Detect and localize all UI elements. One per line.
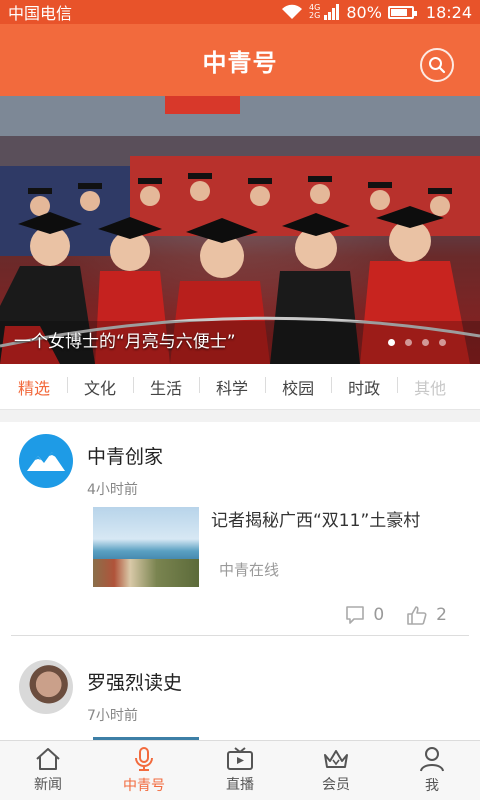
search-button[interactable]	[420, 48, 454, 82]
feed-list: 中青创家 4小时前 记者揭秘广西“双11”土豪村 中青在线 0 2 罗强烈读史 …	[0, 410, 480, 740]
thumbs-up-icon	[407, 606, 427, 625]
battery-fill	[390, 8, 407, 16]
nav-item-label: 直播	[226, 777, 254, 793]
nav-item-tv[interactable]: 直播	[192, 741, 288, 800]
network-type: 4G 2G	[309, 4, 320, 20]
battery-icon	[387, 5, 417, 19]
article-actions: 0 2	[11, 587, 469, 635]
banner-caption: 一个女博士的“月亮与六便士”	[14, 332, 236, 352]
page-title: 中青号	[202, 48, 278, 77]
category-tabs: 精选 文化 生活 科学 校园 时政 其他	[0, 364, 480, 410]
nav-item-label: 我	[425, 778, 439, 794]
nav-item-home[interactable]: 新闻	[0, 741, 96, 800]
carousel-dot[interactable]	[439, 339, 446, 346]
comment-icon	[346, 606, 365, 624]
author-avatar[interactable]	[19, 660, 73, 714]
signal-icon	[324, 4, 340, 20]
carousel-dot[interactable]	[388, 339, 395, 346]
category-tab[interactable]: 其他	[397, 375, 463, 399]
nav-item-label: 中青号	[123, 778, 165, 794]
clock: 18:24	[425, 2, 472, 22]
nav-item-user[interactable]: 我	[384, 741, 480, 800]
status-icons: 4G 2G 80% 18:24	[281, 3, 472, 22]
thumbnail-shore	[93, 559, 199, 587]
post-time: 7小时前	[87, 708, 138, 724]
category-tab[interactable]: 文化	[67, 375, 133, 399]
article-source: 中青在线	[219, 561, 280, 579]
article-headline: 记者揭秘广西“双11”土豪村	[211, 511, 421, 531]
carousel-dot[interactable]	[422, 339, 429, 346]
feed-card[interactable]: 罗强烈读史 7小时前	[0, 636, 480, 740]
article-preview[interactable]: 记者揭秘广西“双11”土豪村 中青在线	[11, 499, 469, 587]
category-tab[interactable]: 精选	[16, 375, 67, 399]
bottom-navigation: 新闻 中青号 直播 会员 我	[0, 740, 480, 800]
nav-item-label: 会员	[322, 777, 350, 793]
nav-item-label: 新闻	[34, 777, 62, 793]
network-type-bottom: 2G	[309, 11, 321, 20]
post-time: 4小时前	[87, 482, 138, 498]
feed-card[interactable]: 中青创家 4小时前 记者揭秘广西“双11”土豪村 中青在线 0 2	[0, 422, 480, 636]
category-tab[interactable]: 时政	[331, 375, 397, 399]
category-tab[interactable]: 科学	[199, 375, 265, 399]
category-tab[interactable]: 生活	[133, 375, 199, 399]
user-icon	[419, 746, 445, 772]
author-name[interactable]: 中青创家	[87, 442, 163, 469]
author-avatar[interactable]	[19, 434, 73, 488]
featured-banner[interactable]: 一个女博士的“月亮与六便士”	[0, 96, 480, 364]
status-bar: 中国电信 4G 2G 80% 18:24	[0, 0, 480, 24]
author-name[interactable]: 罗强烈读史	[87, 668, 182, 695]
app-header: 中青号	[0, 24, 480, 96]
crown-icon	[322, 747, 350, 771]
carousel-dot[interactable]	[405, 339, 412, 346]
category-tab[interactable]: 校园	[265, 375, 331, 399]
like-button[interactable]: 2	[406, 605, 447, 625]
carrier-name: 中国电信	[8, 4, 73, 23]
comment-count: 0	[373, 605, 385, 625]
comment-button[interactable]: 0	[345, 605, 384, 625]
carousel-indicator	[388, 339, 446, 346]
nav-item-microphone[interactable]: 中青号	[96, 741, 192, 800]
search-icon	[429, 57, 446, 74]
banner-photo	[0, 96, 480, 364]
microphone-icon	[131, 746, 157, 772]
battery-percent: 80%	[346, 2, 382, 22]
tv-icon	[226, 747, 254, 771]
home-icon	[35, 747, 61, 771]
wifi-icon	[282, 4, 303, 19]
nav-item-crown[interactable]: 会员	[288, 741, 384, 800]
article-thumbnail	[93, 507, 199, 587]
like-count: 2	[436, 605, 447, 625]
mountain-logo-icon	[27, 452, 65, 471]
